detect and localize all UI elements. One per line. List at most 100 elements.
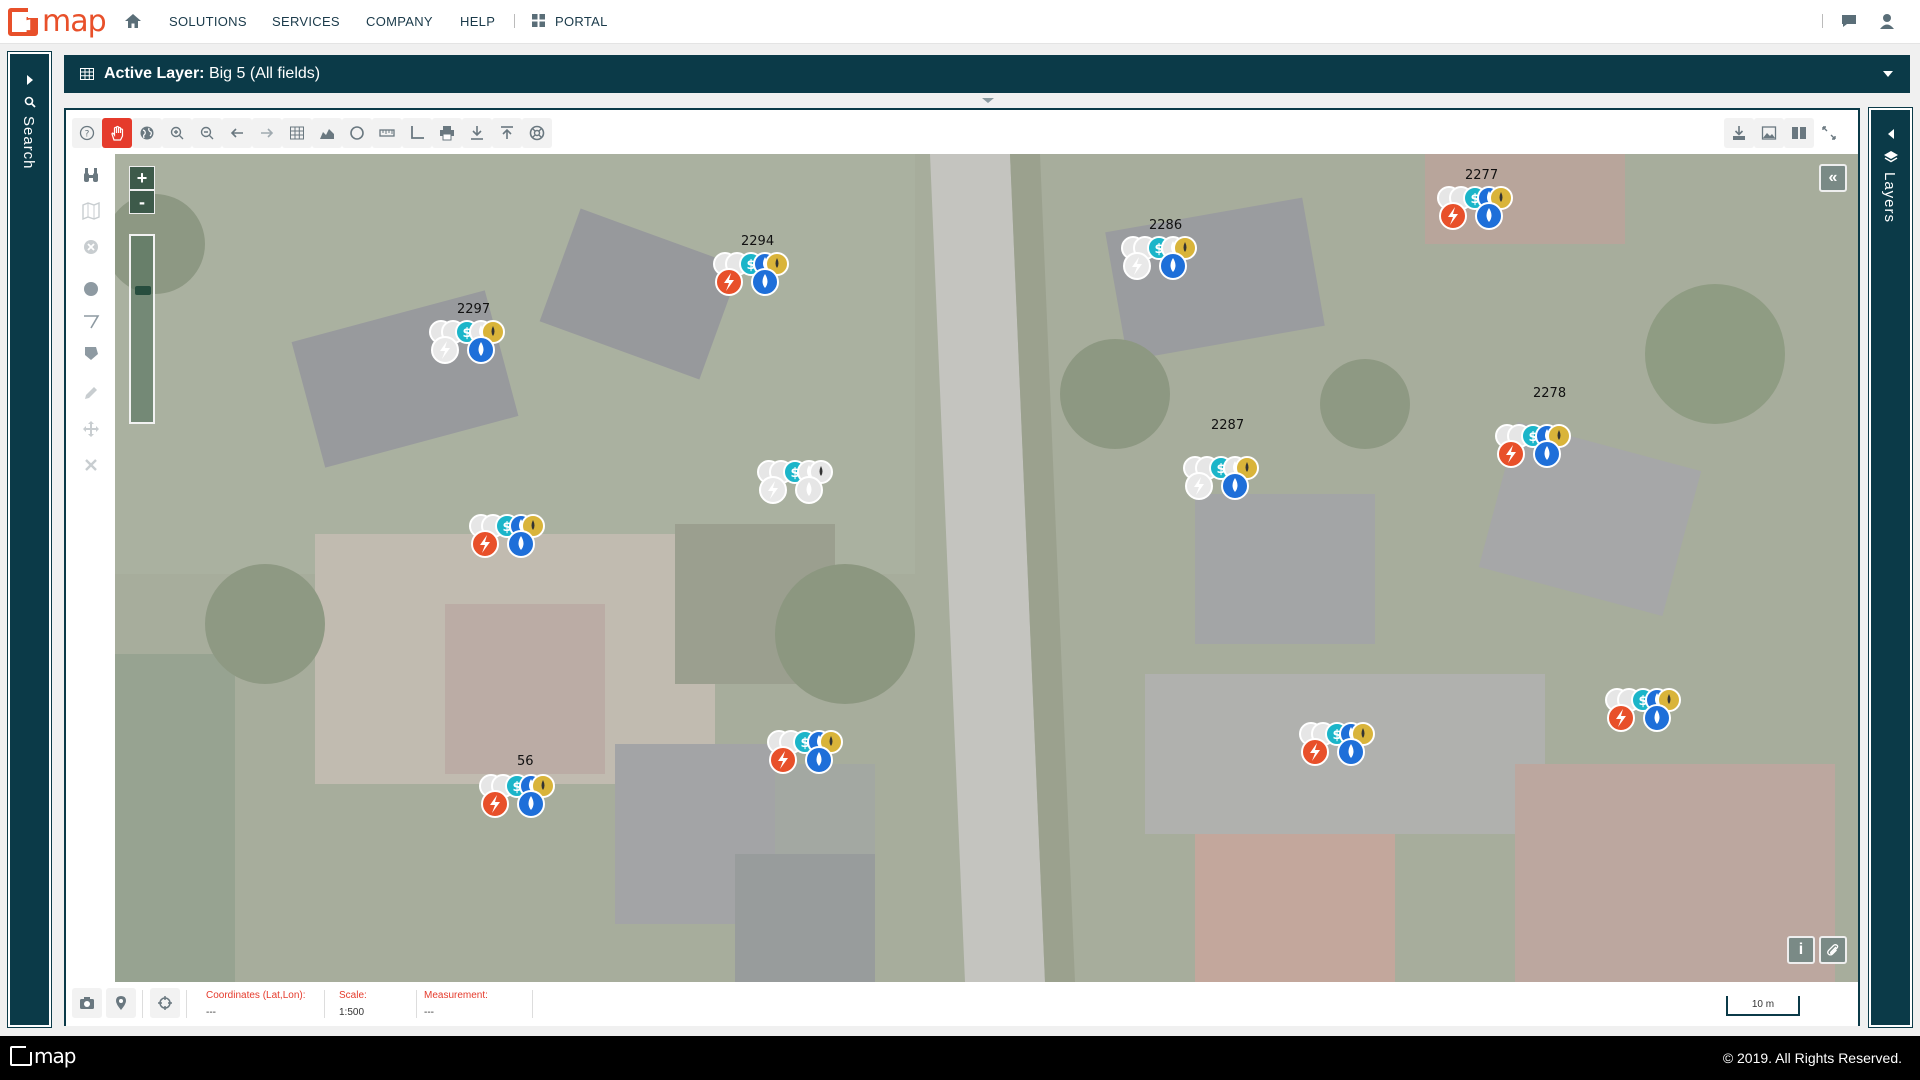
upload-tool-button[interactable] xyxy=(492,118,522,148)
coordinates-value: --- xyxy=(206,1007,216,1018)
polyline-icon xyxy=(84,315,100,329)
forward-arrow-tool-button[interactable] xyxy=(252,118,282,148)
zoom-slider[interactable] xyxy=(129,234,155,424)
ruler-tool-button[interactable] xyxy=(372,118,402,148)
zoom-out-icon xyxy=(200,126,214,140)
parcel-marker[interactable]: $ xyxy=(1297,714,1397,774)
table-tool-button[interactable] xyxy=(282,118,312,148)
save-button[interactable] xyxy=(1724,118,1754,148)
crosshair-button[interactable] xyxy=(150,988,180,1018)
utility-icons: $ xyxy=(1605,688,1681,732)
search-panel-label: Search xyxy=(20,116,37,170)
scale-value: 1:500 xyxy=(339,1007,365,1018)
help-tool-button[interactable]: ? xyxy=(72,118,102,148)
nav-portal[interactable]: PORTAL xyxy=(555,14,608,29)
utility-icons: $ xyxy=(469,514,545,558)
status-divider xyxy=(416,990,417,1018)
zoom-in-icon xyxy=(170,126,184,140)
move-tool[interactable] xyxy=(76,414,106,444)
support-tool-button[interactable] xyxy=(522,118,552,148)
edit-tool[interactable] xyxy=(76,378,106,408)
columns-icon xyxy=(1792,127,1806,139)
parcel-marker[interactable]: $ 2294 xyxy=(711,234,811,304)
angle-tool-button[interactable] xyxy=(402,118,432,148)
parcel-marker[interactable]: $ xyxy=(467,506,567,566)
parcel-marker[interactable]: $ xyxy=(1603,680,1703,740)
globe-tool-button[interactable] xyxy=(132,118,162,148)
draw-line-tool[interactable] xyxy=(76,306,106,336)
parcel-marker[interactable]: $ xyxy=(765,722,865,782)
user-icon[interactable] xyxy=(1878,13,1896,29)
parcel-number-label: 2277 xyxy=(1465,168,1499,183)
collapse-bar-icon[interactable] xyxy=(978,95,998,105)
zoom-in-button[interactable]: + xyxy=(129,166,155,190)
fullscreen-button[interactable] xyxy=(1814,118,1844,148)
circle-icon xyxy=(350,126,364,140)
coordinates-label: Coordinates (Lat,Lon): xyxy=(206,990,306,1001)
measurement-label: Measurement: xyxy=(424,990,488,1001)
logo-mark-icon: 1 xyxy=(8,8,39,39)
draw-circle-tool[interactable] xyxy=(76,274,106,304)
expand-right-icon[interactable] xyxy=(25,74,35,86)
parcel-marker[interactable]: $ 2287 xyxy=(1181,418,1281,508)
home-icon[interactable] xyxy=(124,13,142,29)
delete-tool[interactable] xyxy=(76,450,106,480)
info-button[interactable]: i xyxy=(1787,936,1815,964)
parcel-number-label: 2297 xyxy=(457,302,491,317)
draw-polygon-tool[interactable] xyxy=(76,338,106,368)
nav-solutions[interactable]: SOLUTIONS xyxy=(169,14,247,29)
print-tool-button[interactable] xyxy=(432,118,462,148)
utility-icons: $ xyxy=(767,730,843,774)
parcel-marker[interactable]: $ 2297 xyxy=(427,302,527,372)
zoom-out-button[interactable]: - xyxy=(129,190,155,214)
chevron-down-icon[interactable] xyxy=(1882,70,1894,78)
pan-hand-icon xyxy=(111,125,124,141)
chart-tool-button[interactable] xyxy=(312,118,342,148)
expand-left-icon[interactable] xyxy=(1886,128,1896,140)
layers-icon xyxy=(1884,151,1898,163)
download-icon xyxy=(471,126,483,140)
active-layer-title: Active Layer: Big 5 (All fields) xyxy=(104,65,320,83)
collapse-panel-button[interactable]: « xyxy=(1819,164,1847,192)
zoom-out-tool-button[interactable] xyxy=(192,118,222,148)
status-divider xyxy=(186,990,187,1018)
map-pin-icon xyxy=(116,996,126,1010)
nav-services[interactable]: SERVICES xyxy=(272,14,340,29)
attachment-button[interactable] xyxy=(1819,936,1847,964)
download-tool-button[interactable] xyxy=(462,118,492,148)
screenshot-button[interactable] xyxy=(72,988,102,1018)
nav-company[interactable]: COMPANY xyxy=(366,14,433,29)
pan-hand-tool-button[interactable] xyxy=(102,118,132,148)
zoom-in-tool-button[interactable] xyxy=(162,118,192,148)
map-tool[interactable] xyxy=(76,196,106,226)
circle-tool-button[interactable] xyxy=(342,118,372,148)
zoom-slider-handle[interactable] xyxy=(135,286,151,295)
columns-button[interactable] xyxy=(1784,118,1814,148)
map-icon xyxy=(82,202,100,220)
footer: map © 2019. All Rights Reserved. xyxy=(0,1036,1920,1080)
parcel-marker[interactable]: $ 2286 xyxy=(1119,218,1219,288)
map-canvas[interactable]: + - « i $ 2277 $ 2294 $ 2286 $ 2297 $ 22… xyxy=(115,154,1858,982)
support-icon xyxy=(529,125,545,141)
footer-logo[interactable]: map xyxy=(10,1044,76,1068)
forward-arrow-icon xyxy=(261,128,274,138)
chat-icon[interactable] xyxy=(1840,13,1858,29)
utility-icons: $ xyxy=(1495,424,1571,468)
parcel-marker[interactable]: $ 56 xyxy=(477,754,577,826)
parcel-marker[interactable]: $ xyxy=(755,452,855,512)
nav-help[interactable]: HELP xyxy=(460,14,495,29)
layers-panel[interactable]: Layers xyxy=(1868,107,1913,1028)
image-edit-button[interactable] xyxy=(1754,118,1784,148)
table-icon xyxy=(80,68,94,80)
parcel-marker[interactable]: $ 2277 xyxy=(1435,168,1535,238)
footer-logo-text: map xyxy=(34,1044,76,1068)
clear-tool[interactable] xyxy=(76,232,106,262)
location-button[interactable] xyxy=(106,988,136,1018)
chart-icon xyxy=(320,129,334,139)
binoculars-tool[interactable] xyxy=(76,160,106,190)
brand-logo[interactable]: 1 map xyxy=(8,6,107,39)
back-arrow-tool-button[interactable] xyxy=(222,118,252,148)
search-panel[interactable]: Search xyxy=(7,51,52,1028)
active-layer-bar[interactable]: Active Layer: Big 5 (All fields) xyxy=(64,55,1910,93)
parcel-marker[interactable]: $ 2278 xyxy=(1493,386,1593,476)
